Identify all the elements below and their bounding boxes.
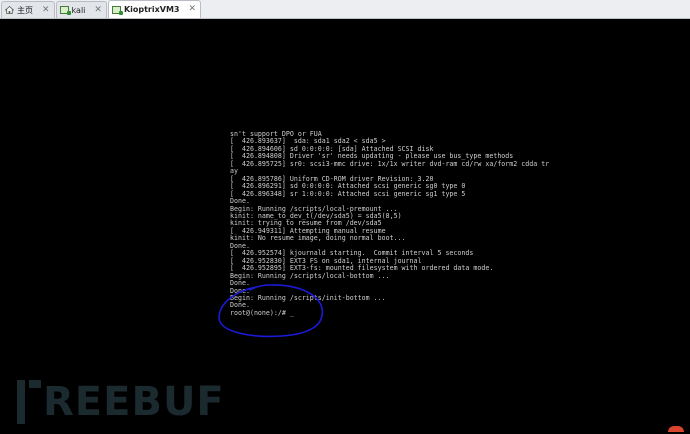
terminal-line: kinit: No resume image, doing normal boo… — [230, 234, 406, 243]
watermark-logo-icon — [17, 380, 41, 424]
tab-bar: 主页 ✕ kali ✕ KioptrixVM3 ✕ — [0, 0, 690, 19]
tab-kioptrixvm3-label: KioptrixVM3 — [123, 5, 180, 14]
watermark: REEBUF — [17, 378, 225, 426]
vm-console[interactable]: sn't support DPO or FUA [ 426.893637] sd… — [0, 19, 690, 434]
corner-logo-icon — [668, 426, 684, 432]
close-icon[interactable]: ✕ — [94, 5, 102, 15]
terminal-lines: sn't support DPO or FUA [ 426.893637] sd… — [230, 130, 549, 317]
terminal-cursor: _ — [289, 308, 294, 317]
terminal-line: [ 426.895725] sr0: scsi3-mmc drive: 1x/1… — [230, 159, 550, 168]
tab-kali[interactable]: kali ✕ — [55, 1, 107, 18]
tab-kali-label: kali — [71, 5, 86, 15]
vm-icon — [59, 6, 71, 15]
close-icon[interactable]: ✕ — [189, 5, 197, 14]
home-icon — [4, 5, 15, 14]
close-icon[interactable]: ✕ — [42, 5, 50, 15]
tab-kioptrixvm3[interactable]: KioptrixVM3 ✕ — [107, 0, 202, 18]
terminal-line: Begin: Running /scripts/local-bottom ... — [230, 271, 390, 280]
terminal-line: [ 426.896348] sr 1:0:0:0: Attached scsi … — [230, 189, 466, 198]
watermark-text: REEBUF — [43, 379, 225, 425]
tab-home-label: 主页 — [17, 5, 33, 15]
tab-home[interactable]: 主页 ✕ — [1, 1, 55, 18]
vm-icon — [111, 5, 123, 15]
terminal-output: sn't support DPO or FUA [ 426.893637] sd… — [230, 130, 549, 317]
terminal-line: root@(none):/# — [230, 308, 290, 317]
terminal-line: Begin: Running /scripts/init-bottom ... — [230, 293, 386, 302]
